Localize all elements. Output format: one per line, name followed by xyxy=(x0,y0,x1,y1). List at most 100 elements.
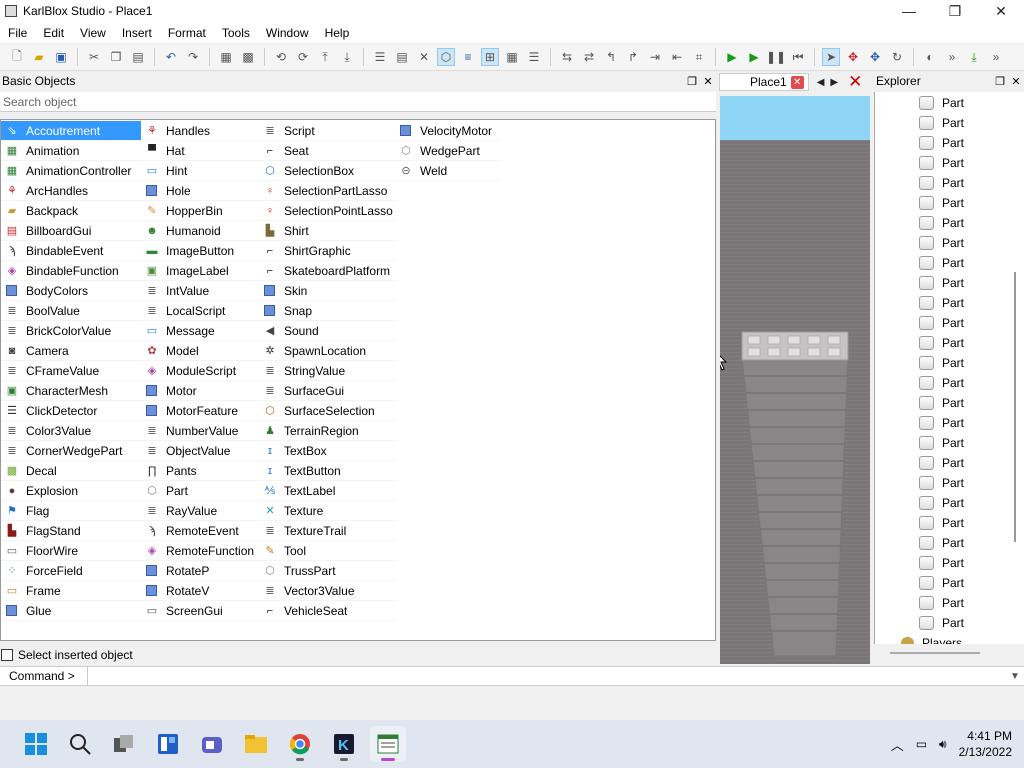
drop-icon[interactable]: ⤓ xyxy=(338,48,356,66)
camera-zoom-extents-icon[interactable]: ⌗ xyxy=(690,48,708,66)
menu-edit[interactable]: Edit xyxy=(35,26,72,40)
overflow-icon[interactable]: » xyxy=(943,48,961,66)
minimize-button[interactable]: — xyxy=(886,0,932,22)
tree-item-part[interactable]: Part xyxy=(919,113,964,133)
object-item[interactable]: ▀ Hat xyxy=(141,141,259,161)
object-item[interactable]: ♟ TerrainRegion xyxy=(259,421,395,441)
object-item[interactable]: ≣ TextureTrail xyxy=(259,521,395,541)
menu-view[interactable]: View xyxy=(72,26,114,40)
camera-zoom-out-icon[interactable]: ⇤ xyxy=(668,48,686,66)
toolbox-icon[interactable]: ✕ xyxy=(415,48,433,66)
chrome-icon[interactable] xyxy=(282,726,318,762)
drag-icon[interactable]: ✥ xyxy=(866,48,884,66)
tree-item-part[interactable]: Part xyxy=(919,453,964,473)
object-item[interactable]: RotateV xyxy=(141,581,259,601)
tree-item-part[interactable]: Part xyxy=(919,213,964,233)
karlblox-icon[interactable]: K xyxy=(326,726,362,762)
search-input[interactable] xyxy=(3,95,716,109)
camera-pan-right-icon[interactable]: ⇄ xyxy=(580,48,598,66)
tree-item-part[interactable]: Part xyxy=(919,273,964,293)
tree-item-part[interactable]: Part xyxy=(919,573,964,593)
object-item[interactable]: ▙ Shirt xyxy=(259,221,395,241)
object-item[interactable]: ⬡ SelectionBox xyxy=(259,161,395,181)
close-panel-icon[interactable]: ✕ xyxy=(700,75,716,88)
object-item[interactable]: ▣ ImageLabel xyxy=(141,261,259,281)
tab-place1[interactable]: Place1 ✕ xyxy=(719,73,809,91)
close-panel-icon[interactable]: ✕ xyxy=(1008,75,1024,88)
object-item[interactable]: ⬡ SurfaceSelection xyxy=(259,401,395,421)
save-icon[interactable]: ▣ xyxy=(52,48,70,66)
copy-icon[interactable]: ❐ xyxy=(107,48,125,66)
object-item[interactable]: ϡ RemoteEvent xyxy=(141,521,259,541)
tab-left-icon[interactable]: ◀ xyxy=(817,77,825,88)
object-item[interactable]: ▙ FlagStand xyxy=(1,521,141,541)
menu-help[interactable]: Help xyxy=(317,26,358,40)
redo-icon[interactable]: ↷ xyxy=(184,48,202,66)
3d-viewport[interactable] xyxy=(720,96,870,664)
cut-icon[interactable]: ✂ xyxy=(85,48,103,66)
object-item[interactable]: ∏ Pants xyxy=(141,461,259,481)
tree-item-part[interactable]: Part xyxy=(919,313,964,333)
object-item[interactable]: ≣ BrickColorValue xyxy=(1,321,141,341)
object-item[interactable]: ≣ CFrameValue xyxy=(1,361,141,381)
object-item[interactable]: ✕ Texture xyxy=(259,501,395,521)
close-tab-icon[interactable]: ✕ xyxy=(790,75,804,89)
maximize-button[interactable]: ❐ xyxy=(932,0,978,22)
object-item[interactable]: ◈ RemoteFunction xyxy=(141,541,259,561)
output-icon[interactable]: ☰ xyxy=(525,48,543,66)
show-hidden-icons-chevron-up-icon[interactable]: ︿ xyxy=(891,735,904,754)
task-view-icon[interactable] xyxy=(106,726,142,762)
object-item[interactable]: ▬ ImageButton xyxy=(141,241,259,261)
tree-item-part[interactable]: Part xyxy=(919,473,964,493)
object-item[interactable]: ▦ Animation xyxy=(1,141,141,161)
object-item[interactable]: ⌐ Seat xyxy=(259,141,395,161)
object-item[interactable]: Snap xyxy=(259,301,395,321)
properties-icon[interactable]: ☰ xyxy=(371,48,389,66)
search-icon[interactable] xyxy=(62,726,98,762)
play-icon[interactable]: ▶ xyxy=(745,48,763,66)
close-viewport-icon[interactable]: ✕ xyxy=(848,72,862,92)
meet-icon[interactable] xyxy=(194,726,230,762)
tree-item-part[interactable]: Part xyxy=(919,253,964,273)
object-item[interactable]: ✲ SpawnLocation xyxy=(259,341,395,361)
object-item[interactable]: Skin xyxy=(259,281,395,301)
object-item[interactable]: ▦ AnimationController xyxy=(1,161,141,181)
float-panel-icon[interactable]: ❐ xyxy=(992,75,1008,88)
object-item[interactable]: ▰ Backpack xyxy=(1,201,141,221)
tree-item-part[interactable]: Part xyxy=(919,153,964,173)
object-item[interactable]: ⬡ WedgePart xyxy=(395,141,499,161)
select-inserted-row[interactable]: Select inserted object xyxy=(0,648,133,662)
object-item[interactable]: ≣ LocalScript xyxy=(141,301,259,321)
object-item[interactable]: ≣ NumberValue xyxy=(141,421,259,441)
object-item[interactable]: RotateP xyxy=(141,561,259,581)
camera-pan-left-icon[interactable]: ⇆ xyxy=(558,48,576,66)
object-item[interactable]: ⚘ Handles xyxy=(141,121,259,141)
object-item[interactable]: ≣ CornerWedgePart xyxy=(1,441,141,461)
tree-item-part[interactable]: Part xyxy=(919,513,964,533)
tree-item-part[interactable]: Part xyxy=(919,593,964,613)
object-item[interactable]: ≣ StringValue xyxy=(259,361,395,381)
float-panel-icon[interactable]: ❐ xyxy=(684,75,700,88)
tree-item-part[interactable]: Part xyxy=(919,333,964,353)
open-folder-icon[interactable]: ▰ xyxy=(30,48,48,66)
object-item[interactable]: ▭ Frame xyxy=(1,581,141,601)
rotate-icon[interactable]: ⟲ xyxy=(272,48,290,66)
object-item[interactable]: ◀ Sound xyxy=(259,321,395,341)
object-item[interactable]: ϡ BindableEvent xyxy=(1,241,141,261)
object-item[interactable]: ♀ SelectionPartLasso xyxy=(259,181,395,201)
object-item[interactable]: Hole xyxy=(141,181,259,201)
object-item[interactable]: ▭ Hint xyxy=(141,161,259,181)
menu-format[interactable]: Format xyxy=(160,26,214,40)
object-item[interactable]: ⇘ Accoutrement xyxy=(1,121,141,141)
object-item[interactable]: ≣ BoolValue xyxy=(1,301,141,321)
stop-icon[interactable]: ⏮ xyxy=(789,48,807,66)
object-item[interactable]: ≣ Script xyxy=(259,121,395,141)
clock[interactable]: 4:41 PM 2/13/2022 xyxy=(959,728,1012,760)
object-item[interactable]: ⅍ TextLabel xyxy=(259,481,395,501)
horizontal-scrollbar[interactable] xyxy=(890,652,980,656)
pause-icon[interactable]: ❚❚ xyxy=(766,48,786,66)
tree-item-players[interactable]: Players xyxy=(901,633,962,644)
vertical-scrollbar[interactable] xyxy=(1014,92,1018,644)
tree-item-part[interactable]: Part xyxy=(919,193,964,213)
lift-icon[interactable]: ⤒ xyxy=(316,48,334,66)
